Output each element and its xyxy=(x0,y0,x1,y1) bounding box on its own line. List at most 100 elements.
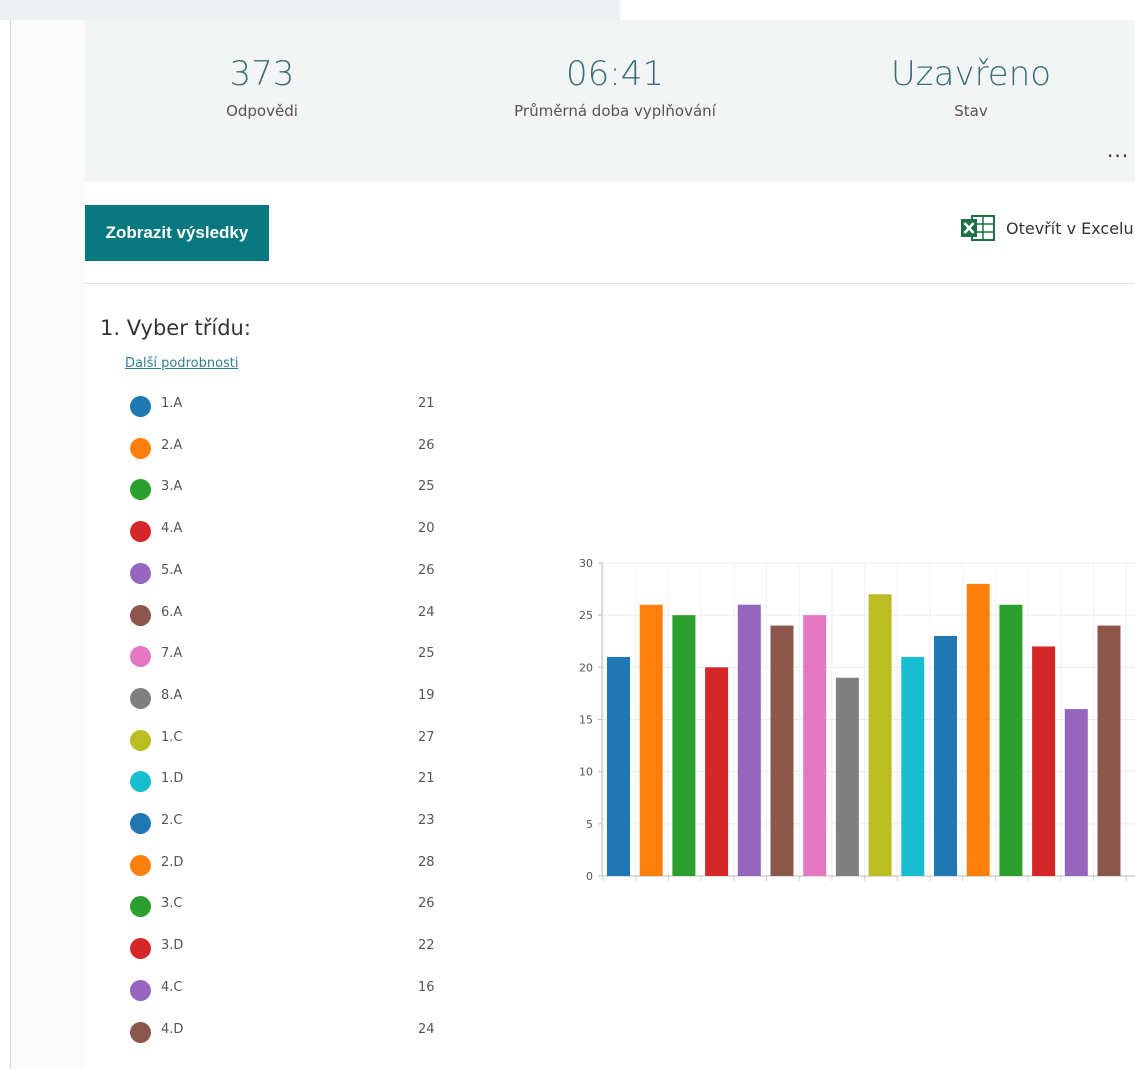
legend-swatch xyxy=(130,896,151,918)
legend-count: 20 xyxy=(418,521,435,537)
legend-label: 4.D xyxy=(161,1021,184,1037)
legend-count: 26 xyxy=(418,562,435,578)
bar-2d xyxy=(966,583,990,876)
legend-swatch xyxy=(130,813,151,834)
more-options-button[interactable]: ... xyxy=(1107,138,1129,162)
average-time-label: Průměrná doba vyplňování xyxy=(514,102,716,120)
legend-label: 1.A xyxy=(161,396,183,411)
legend-label: 2.A xyxy=(161,437,183,453)
bar-2c xyxy=(934,636,957,876)
legend-item: 4.C 16 xyxy=(130,978,450,1001)
legend-label: 5.A xyxy=(161,562,183,578)
legend-swatch xyxy=(130,729,151,751)
legend-label: 3.C xyxy=(161,896,183,912)
legend-count: 22 xyxy=(418,938,435,954)
legend-count: 27 xyxy=(418,729,435,745)
excel-icon xyxy=(960,214,996,242)
legend-label: 6.A xyxy=(161,604,183,620)
legend-swatch xyxy=(130,771,151,793)
legend-count: 25 xyxy=(418,479,435,495)
legend-item: 1.A 21 xyxy=(130,394,450,417)
bar-4c xyxy=(1064,709,1088,876)
y-tick-label: 5 xyxy=(586,818,593,831)
legend-item: 4.D 24 xyxy=(130,1020,450,1043)
summary-panel: 373 Odpovědi 06:41 Průměrná doba vyplňov… xyxy=(85,20,1135,182)
legend-swatch xyxy=(130,854,151,876)
status-label: Stav xyxy=(954,102,988,120)
bar-1c xyxy=(868,594,892,876)
legend-count: 23 xyxy=(418,813,435,828)
legend-count: 19 xyxy=(418,687,435,703)
responses-count: 373 xyxy=(229,54,295,94)
legend-item: 6.A 24 xyxy=(130,603,450,626)
legend-item: 1.D 21 xyxy=(130,769,450,793)
legend-label: 4.C xyxy=(161,979,183,995)
bar-3c xyxy=(999,604,1023,876)
legend-swatch xyxy=(130,396,151,417)
view-results-button[interactable]: Zobrazit výsledky xyxy=(85,205,269,261)
top-strip xyxy=(0,0,620,20)
legend-item: 2.D 28 xyxy=(130,853,450,876)
legend-count: 26 xyxy=(418,437,435,453)
legend-item: 3.D 22 xyxy=(130,936,450,960)
legend-item: 7.A 25 xyxy=(130,644,450,668)
legend-item: 2.A 26 xyxy=(130,436,450,459)
bar-2a xyxy=(639,604,663,876)
legend-swatch xyxy=(130,646,151,668)
legend-swatch xyxy=(130,1021,151,1043)
bar-8a xyxy=(835,677,859,876)
legend-swatch xyxy=(130,604,151,626)
bar-4d xyxy=(1097,625,1121,876)
legend-swatch xyxy=(130,979,151,1001)
legend-count: 28 xyxy=(418,854,435,870)
bar-4a xyxy=(705,667,729,876)
stat-responses: 373 Odpovědi xyxy=(112,52,412,120)
y-tick-label: 20 xyxy=(579,661,593,674)
legend-swatch xyxy=(130,479,151,501)
open-in-excel-link[interactable]: Otevřít v Excelu xyxy=(960,212,1134,244)
y-tick-label: 0 xyxy=(586,870,593,883)
legend-swatch xyxy=(130,687,151,709)
legend-swatch xyxy=(130,938,151,960)
legend-label: 1.C xyxy=(161,729,183,745)
bar-1a xyxy=(607,656,630,876)
legend-item: 3.A 25 xyxy=(130,477,450,501)
legend-item: 8.A 19 xyxy=(130,686,450,709)
legend-item: 4.A 20 xyxy=(130,519,450,543)
open-in-excel-label: Otevřít v Excelu xyxy=(1006,218,1134,238)
y-tick-label: 10 xyxy=(579,766,593,779)
left-panel xyxy=(11,20,85,1069)
legend-label: 3.D xyxy=(161,938,184,954)
y-tick-label: 30 xyxy=(579,557,593,570)
legend-swatch xyxy=(130,437,151,459)
bar-5a xyxy=(737,604,761,876)
legend-item: 2.C 23 xyxy=(130,811,450,834)
legend-label: 2.C xyxy=(161,813,183,828)
legend-swatch xyxy=(130,521,151,543)
legend-count: 16 xyxy=(418,979,435,995)
legend-count: 21 xyxy=(418,396,435,411)
responses-label: Odpovědi xyxy=(226,102,298,120)
stat-average-time: 06:41 Průměrná doba vyplňování xyxy=(465,52,765,120)
more-details-link[interactable]: Další podrobnosti xyxy=(125,356,239,371)
status-value: Uzavřeno xyxy=(890,54,1052,94)
bar-3a xyxy=(672,615,696,876)
legend-item: 3.C 26 xyxy=(130,894,450,918)
legend-swatch xyxy=(130,562,151,584)
bar-7a xyxy=(803,615,827,876)
legend-label: 1.D xyxy=(161,771,184,787)
legend-item: 5.A 26 xyxy=(130,561,450,584)
legend-item: 1.C 27 xyxy=(130,728,450,751)
legend-label: 2.D xyxy=(161,854,184,870)
bar-3d xyxy=(1032,646,1056,876)
stat-status: Uzavřeno Stav xyxy=(821,52,1121,120)
bar-6a xyxy=(770,625,794,876)
legend-label: 7.A xyxy=(161,646,183,662)
y-tick-label: 25 xyxy=(579,609,593,622)
y-tick-label: 15 xyxy=(579,714,593,727)
legend-count: 21 xyxy=(418,771,435,787)
legend-count: 26 xyxy=(418,896,435,912)
bar-chart: 0 5 10 15 20 25 30 xyxy=(579,557,1135,883)
legend-label: 4.A xyxy=(161,521,183,537)
divider xyxy=(85,283,1135,284)
